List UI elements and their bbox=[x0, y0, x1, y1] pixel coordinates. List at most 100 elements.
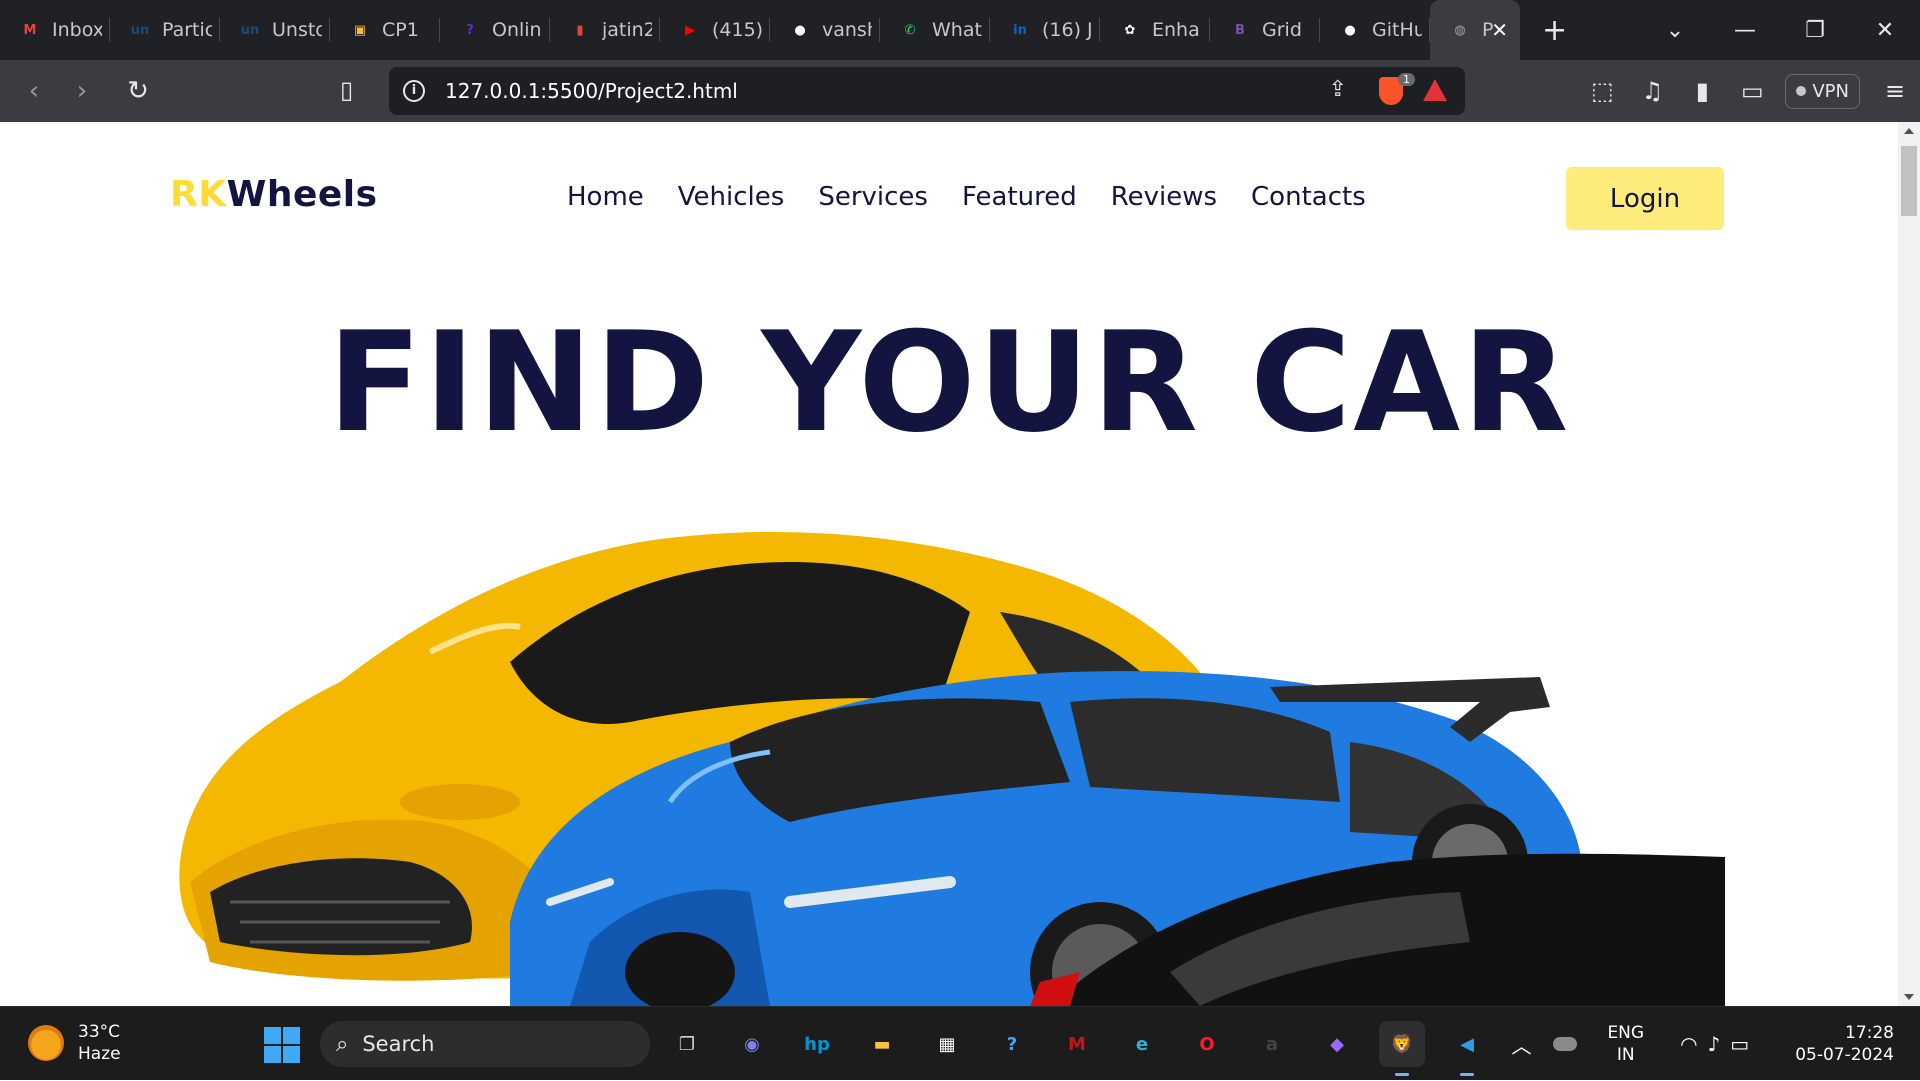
windows-taskbar: 33°C Haze ⌕ Search ❐ ◉ hp ▬ ▦? Me Oa ◆ 🦁 ◀ ︿ ENG … bbox=[0, 1006, 1920, 1080]
browser-tab[interactable]: ? Onlin bbox=[440, 0, 550, 60]
browser-tab[interactable]: ▶ (415) bbox=[660, 0, 770, 60]
browser-tab[interactable]: ▣ CP1 bbox=[330, 0, 440, 60]
tab-title: (16) J bbox=[1042, 19, 1092, 41]
chatgpt-icon: ✿ bbox=[1124, 22, 1136, 38]
tab-title: CP1 bbox=[382, 19, 419, 41]
gmail-icon: M bbox=[23, 22, 37, 38]
weather-widget[interactable]: 33°C Haze bbox=[28, 1021, 121, 1065]
sidebar-icon[interactable]: ▮ bbox=[1677, 77, 1727, 105]
running-indicator bbox=[1460, 1073, 1474, 1076]
tab-title: vansh bbox=[822, 19, 872, 41]
weather-temperature: 33°C bbox=[78, 1022, 121, 1042]
url-text[interactable]: 127.0.0.1:5500/Project2.html bbox=[445, 79, 738, 103]
amazon-icon[interactable]: a bbox=[1249, 1021, 1295, 1067]
logo-prefix: RK bbox=[170, 174, 227, 215]
scroll-up-icon[interactable] bbox=[1904, 128, 1914, 134]
browser-tab[interactable]: ✿ Enha bbox=[1100, 0, 1210, 60]
browser-tab[interactable]: ◍ P ✕ bbox=[1430, 0, 1520, 60]
vpn-label: VPN bbox=[1812, 80, 1849, 102]
system-tray: ︿ ENG IN ◠♪▭ 17:28 05-07-2024 bbox=[1511, 1007, 1920, 1081]
task-view-icon[interactable]: ❐ bbox=[664, 1021, 710, 1067]
browser-tab[interactable]: ✆ What bbox=[880, 0, 990, 60]
brave-icon[interactable]: 🦁 bbox=[1379, 1021, 1425, 1076]
unstop-icon: un bbox=[130, 22, 150, 38]
teams-chat-icon[interactable]: ◉ bbox=[729, 1021, 775, 1067]
menu-icon[interactable]: ≡ bbox=[1870, 77, 1920, 105]
scroll-thumb[interactable] bbox=[1901, 146, 1917, 216]
lang-top: ENG bbox=[1607, 1023, 1645, 1043]
browser-tab[interactable]: un Partic bbox=[110, 0, 220, 60]
nav-contacts[interactable]: Contacts bbox=[1251, 182, 1366, 212]
clock-date: 05-07-2024 bbox=[1795, 1045, 1894, 1065]
nav-vehicles[interactable]: Vehicles bbox=[678, 182, 785, 212]
scroll-down-icon[interactable] bbox=[1904, 994, 1914, 1000]
back-icon[interactable]: ‹ bbox=[10, 76, 58, 106]
new-tab-button[interactable]: + bbox=[1542, 13, 1567, 48]
login-button[interactable]: Login bbox=[1566, 167, 1724, 230]
chart-icon: ▮ bbox=[576, 22, 584, 38]
forward-icon[interactable]: › bbox=[58, 76, 106, 106]
brave-rewards-icon[interactable] bbox=[1423, 79, 1447, 101]
close-window-icon[interactable]: ✕ bbox=[1850, 18, 1920, 43]
whatsapp-icon: ✆ bbox=[904, 22, 916, 38]
start-windows-icon[interactable] bbox=[264, 1027, 300, 1063]
page-scrollbar[interactable] bbox=[1898, 122, 1920, 1006]
bootstrap-icon: B bbox=[1235, 22, 1245, 38]
reload-icon[interactable]: ↻ bbox=[114, 76, 162, 106]
vscode-icon[interactable]: ◀ bbox=[1444, 1021, 1490, 1076]
globe-icon: ◍ bbox=[1454, 22, 1466, 38]
edge-icon[interactable]: e bbox=[1119, 1021, 1165, 1067]
nav-reviews[interactable]: Reviews bbox=[1111, 182, 1217, 212]
shields-count-badge: 1 bbox=[1398, 73, 1415, 86]
mcafee-icon[interactable]: M bbox=[1054, 1021, 1100, 1067]
show-hidden-icons-icon[interactable]: ︿ bbox=[1511, 1030, 1531, 1059]
site-info-icon[interactable]: i bbox=[403, 80, 425, 102]
running-indicator bbox=[1395, 1073, 1409, 1076]
media-icon[interactable]: ♫ bbox=[1627, 77, 1677, 105]
bookmark-icon[interactable]: ▯ bbox=[340, 76, 353, 104]
search-label: Search bbox=[362, 1032, 435, 1056]
main-nav: Home Vehicles Services Featured Reviews … bbox=[567, 182, 1366, 212]
tab-title: Grid bbox=[1262, 19, 1302, 41]
nav-home[interactable]: Home bbox=[567, 182, 644, 212]
site-logo[interactable]: RKWheels bbox=[170, 174, 378, 215]
help-icon[interactable]: ? bbox=[989, 1021, 1035, 1067]
browser-tab[interactable]: B Grid bbox=[1210, 0, 1320, 60]
taskbar-search[interactable]: ⌕ Search bbox=[320, 1021, 650, 1067]
browser-tab[interactable]: ● vansh bbox=[770, 0, 880, 60]
taskbar-clock[interactable]: 17:28 05-07-2024 bbox=[1795, 1022, 1894, 1066]
toolbar-right-icons: ⬚ ♫ ▮ ▭ VPN ≡ bbox=[1577, 60, 1920, 122]
wallet-icon[interactable]: ▭ bbox=[1727, 77, 1777, 105]
vpn-button[interactable]: VPN bbox=[1785, 73, 1860, 109]
store-icon[interactable]: ▦ bbox=[924, 1021, 970, 1067]
address-bar[interactable]: i 127.0.0.1:5500/Project2.html ⇪ 1 bbox=[389, 67, 1465, 115]
haze-sun-icon bbox=[28, 1025, 64, 1061]
browser-tab[interactable]: un Unsto bbox=[220, 0, 330, 60]
language-indicator[interactable]: ENG IN bbox=[1607, 1022, 1644, 1066]
minimize-icon[interactable]: — bbox=[1710, 18, 1780, 43]
nav-featured[interactable]: Featured bbox=[962, 182, 1077, 212]
browser-tab[interactable]: ● GitHu bbox=[1320, 0, 1430, 60]
youtube-icon: ▶ bbox=[685, 22, 695, 38]
tab-title: GitHu bbox=[1372, 19, 1422, 41]
nav-services[interactable]: Services bbox=[818, 182, 928, 212]
tab-title: Unsto bbox=[272, 19, 322, 41]
browser-tab[interactable]: in (16) J bbox=[990, 0, 1100, 60]
browser-tab[interactable]: M Inbox bbox=[0, 0, 110, 60]
github-icon: ● bbox=[1344, 22, 1356, 38]
tab-title: Inbox bbox=[52, 19, 102, 41]
restore-icon[interactable]: ❐ bbox=[1780, 18, 1850, 43]
linkedin-icon: in bbox=[1013, 22, 1027, 38]
opera-icon[interactable]: O bbox=[1184, 1021, 1230, 1067]
myhp-icon[interactable]: hp bbox=[794, 1021, 840, 1067]
browser-tab[interactable]: ▮ jatin2 bbox=[550, 0, 660, 60]
tab-search-icon[interactable]: ⌄ bbox=[1640, 18, 1710, 43]
share-icon[interactable]: ⇪ bbox=[1329, 77, 1347, 102]
extensions-icon[interactable]: ⬚ bbox=[1577, 77, 1627, 105]
site-header: RKWheels Home Vehicles Services Featured… bbox=[0, 122, 1898, 242]
file-explorer-icon[interactable]: ▬ bbox=[859, 1021, 905, 1067]
close-tab-icon[interactable]: ✕ bbox=[1491, 18, 1508, 42]
onedrive-icon[interactable] bbox=[1553, 1037, 1578, 1051]
copilot-icon[interactable]: ◆ bbox=[1314, 1021, 1360, 1067]
network-volume-battery-icons[interactable]: ◠♪▭ bbox=[1680, 1032, 1759, 1056]
